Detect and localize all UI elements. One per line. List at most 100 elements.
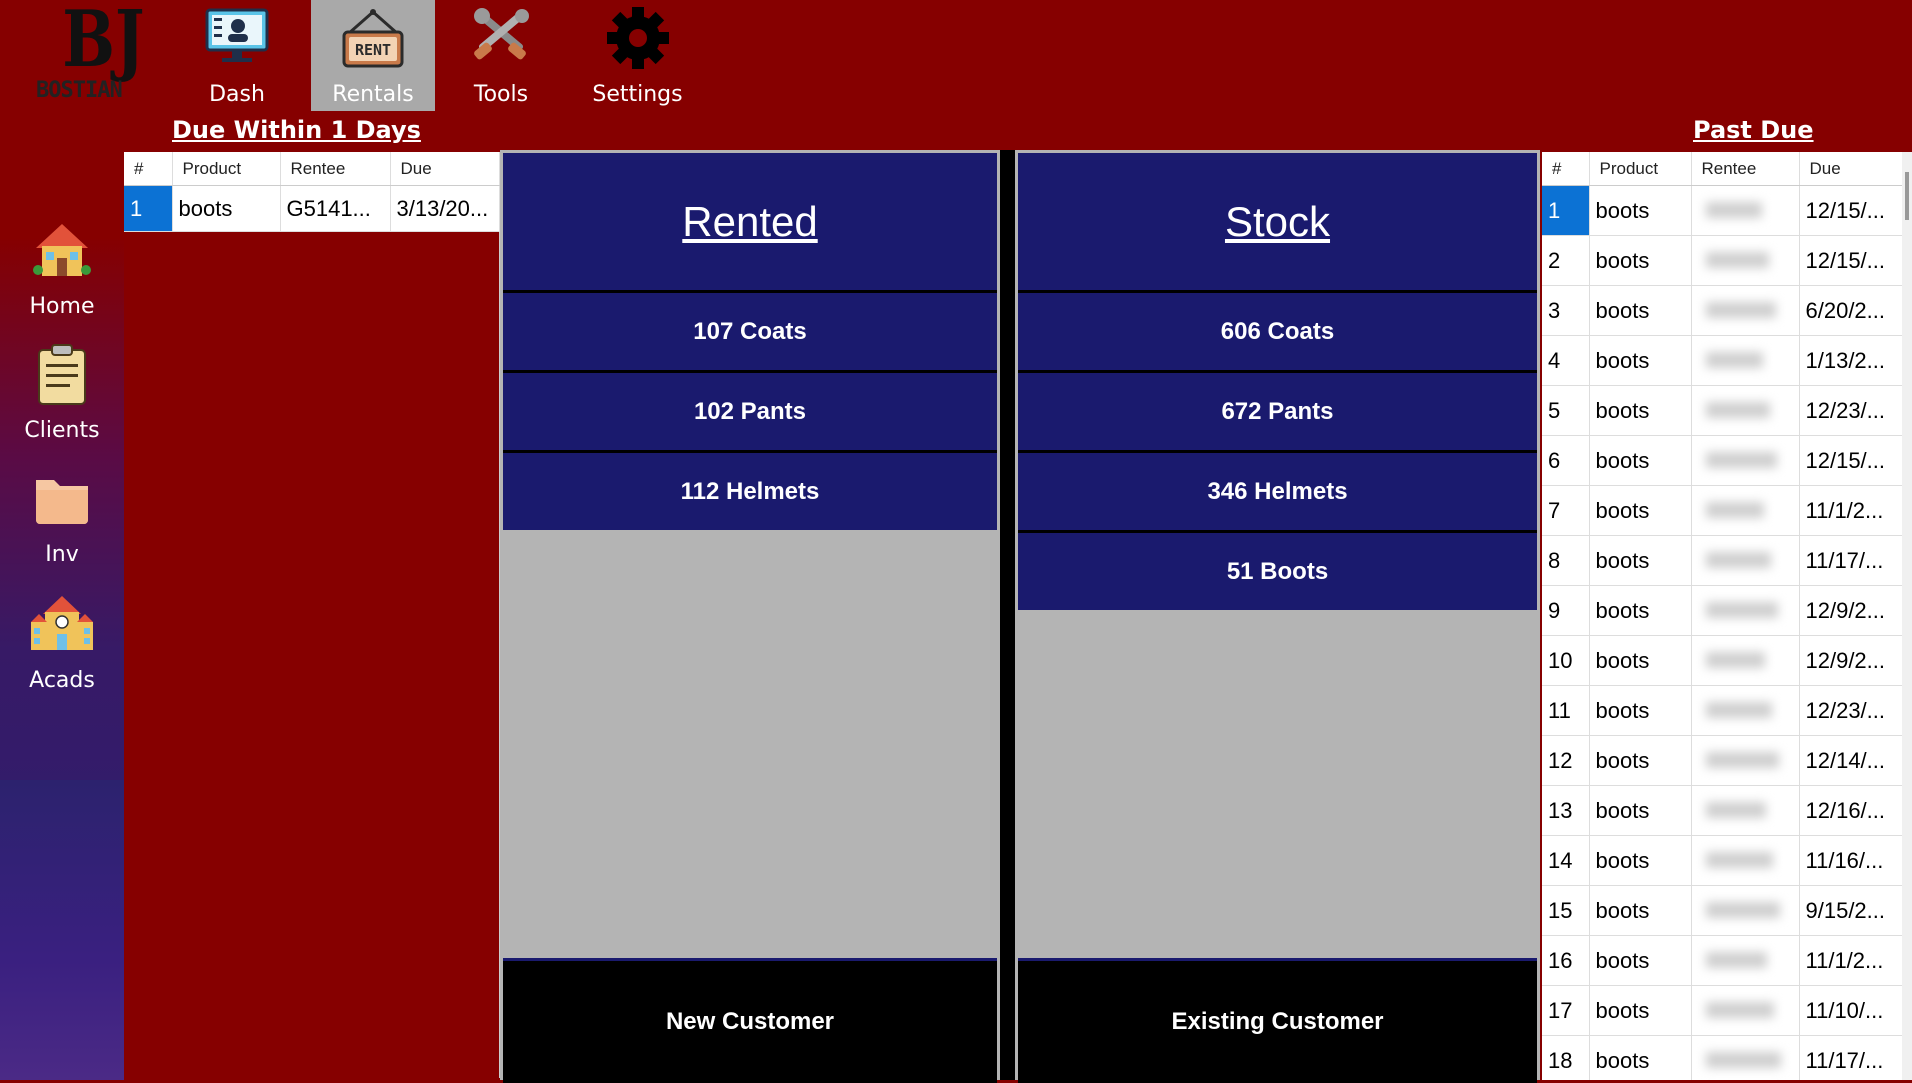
col-product[interactable]: Product	[1589, 152, 1692, 186]
new-customer-button[interactable]: New Customer	[503, 958, 997, 1083]
redacted-rentee	[1705, 601, 1778, 618]
redacted-rentee	[1705, 551, 1771, 568]
table-row[interactable]: 1 boots G5141... 3/13/20...	[124, 185, 500, 232]
folder-icon	[36, 480, 88, 524]
row-number: 13	[1542, 785, 1590, 836]
redacted-rentee	[1705, 651, 1765, 668]
row-product: boots	[172, 185, 281, 232]
row-product: boots	[1589, 735, 1692, 786]
table-row[interactable]: 15 boots 9/15/2...	[1542, 885, 1903, 936]
past-due-scrollbar[interactable]	[1902, 152, 1912, 1080]
table-row[interactable]: 12 boots 12/14/...	[1542, 735, 1903, 786]
row-product: boots	[1589, 435, 1692, 486]
clipboard-icon	[38, 344, 86, 405]
row-number: 14	[1542, 835, 1590, 886]
row-number: 3	[1542, 285, 1590, 336]
table-row[interactable]: 7 boots 11/1/2...	[1542, 485, 1903, 536]
scrollbar-thumb[interactable]	[1905, 172, 1909, 220]
panel-divider	[1000, 150, 1015, 1080]
nav-rentals[interactable]: RENT Rentals	[311, 0, 435, 111]
col-due[interactable]: Due	[390, 152, 500, 186]
row-number: 18	[1542, 1035, 1590, 1080]
redacted-rentee	[1705, 851, 1773, 868]
sidebar-item-clients[interactable]: Clients	[0, 344, 124, 454]
col-number[interactable]: #	[124, 152, 173, 186]
col-due[interactable]: Due	[1799, 152, 1903, 186]
row-rentee	[1691, 985, 1800, 1036]
row-rentee: G5141...	[280, 185, 391, 232]
table-row[interactable]: 8 boots 11/17/...	[1542, 535, 1903, 586]
row-number: 17	[1542, 985, 1590, 1036]
row-rentee	[1691, 935, 1800, 986]
redacted-rentee	[1705, 701, 1772, 718]
redacted-rentee	[1705, 501, 1764, 518]
redacted-rentee	[1705, 251, 1769, 268]
nav-settings[interactable]: Settings	[580, 0, 695, 111]
school-icon	[31, 596, 93, 650]
nav-dash[interactable]: Dash	[184, 0, 290, 111]
col-rentee[interactable]: Rentee	[280, 152, 391, 186]
sidebar-item-inv[interactable]: Inv	[0, 470, 124, 580]
rented-pants[interactable]: 102 Pants	[503, 370, 997, 450]
stock-pants[interactable]: 672 Pants	[1018, 370, 1537, 450]
row-rentee	[1691, 235, 1800, 286]
row-number: 2	[1542, 235, 1590, 286]
redacted-rentee	[1705, 901, 1780, 918]
table-row[interactable]: 17 boots 11/10/...	[1542, 985, 1903, 1036]
stock-title: Stock	[1224, 198, 1331, 245]
stock-coats[interactable]: 606 Coats	[1018, 290, 1537, 370]
table-row[interactable]: 4 boots 1/13/2...	[1542, 335, 1903, 386]
redacted-rentee	[1705, 351, 1763, 368]
table-row[interactable]: 13 boots 12/16/...	[1542, 785, 1903, 836]
table-row[interactable]: 6 boots 12/15/...	[1542, 435, 1903, 486]
row-number: 10	[1542, 635, 1590, 686]
row-number: 12	[1542, 735, 1590, 786]
stock-boots[interactable]: 51 Boots	[1018, 530, 1537, 610]
row-due: 12/9/2...	[1799, 635, 1903, 686]
tools-icon	[474, 8, 529, 60]
row-product: boots	[1589, 335, 1692, 386]
table-row[interactable]: 9 boots 12/9/2...	[1542, 585, 1903, 636]
row-rentee	[1691, 635, 1800, 686]
table-row[interactable]: 16 boots 11/1/2...	[1542, 935, 1903, 986]
row-due: 12/23/...	[1799, 685, 1903, 736]
row-rentee	[1691, 335, 1800, 386]
sidebar-clients-label: Clients	[24, 418, 100, 443]
table-row[interactable]: 5 boots 12/23/...	[1542, 385, 1903, 436]
redacted-rentee	[1705, 1001, 1774, 1018]
row-number: 11	[1542, 685, 1590, 736]
sidebar-item-acads[interactable]: Acads	[0, 594, 124, 704]
row-product: boots	[1589, 235, 1692, 286]
nav-settings-label: Settings	[592, 82, 683, 107]
row-number: 1	[124, 185, 173, 232]
row-due: 12/14/...	[1799, 735, 1903, 786]
row-product: boots	[1589, 385, 1692, 436]
table-row[interactable]: 11 boots 12/23/...	[1542, 685, 1903, 736]
row-due: 11/1/2...	[1799, 935, 1903, 986]
row-number: 15	[1542, 885, 1590, 936]
col-product[interactable]: Product	[172, 152, 281, 186]
rented-helmets[interactable]: 112 Helmets	[503, 450, 997, 530]
col-number[interactable]: #	[1542, 152, 1590, 186]
table-row[interactable]: 14 boots 11/16/...	[1542, 835, 1903, 886]
rented-coats[interactable]: 107 Coats	[503, 290, 997, 370]
past-due-table: # Product Rentee Due 1 boots 12/15/... 2 boo…	[1542, 152, 1903, 1080]
row-product: boots	[1589, 585, 1692, 636]
stock-helmets[interactable]: 346 Helmets	[1018, 450, 1537, 530]
row-rentee	[1691, 185, 1800, 236]
gear-icon	[606, 7, 669, 69]
sidebar-item-home[interactable]: Home	[0, 220, 124, 330]
redacted-rentee	[1705, 451, 1777, 468]
row-product: boots	[1589, 635, 1692, 686]
row-product: boots	[1589, 685, 1692, 736]
table-row[interactable]: 2 boots 12/15/...	[1542, 235, 1903, 286]
col-rentee[interactable]: Rentee	[1691, 152, 1800, 186]
nav-tools[interactable]: Tools	[456, 0, 546, 111]
row-product: boots	[1589, 885, 1692, 936]
existing-customer-button[interactable]: Existing Customer	[1018, 958, 1537, 1083]
row-number: 9	[1542, 585, 1590, 636]
table-row[interactable]: 3 boots 6/20/2...	[1542, 285, 1903, 336]
table-row[interactable]: 1 boots 12/15/...	[1542, 185, 1903, 236]
table-row[interactable]: 18 boots 11/17/...	[1542, 1035, 1903, 1080]
table-row[interactable]: 10 boots 12/9/2...	[1542, 635, 1903, 686]
